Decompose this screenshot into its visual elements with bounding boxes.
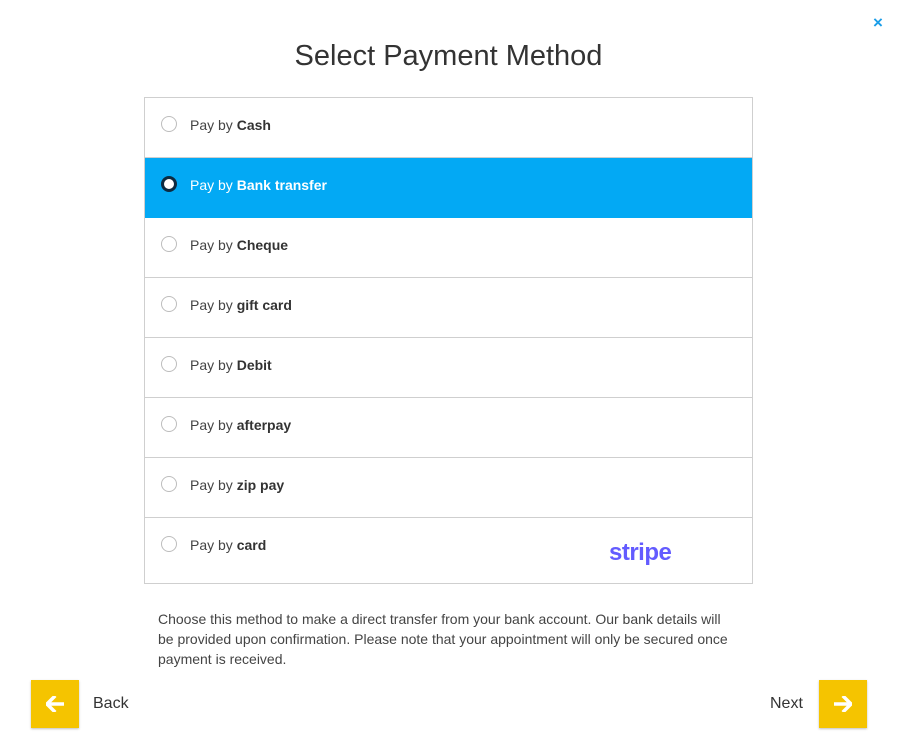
payment-option-card[interactable]: Pay by card stripe xyxy=(145,518,752,584)
close-icon[interactable]: × xyxy=(870,14,886,32)
payment-option-gift-card[interactable]: Pay by gift card xyxy=(145,278,752,338)
payment-option-label: Pay by Cash xyxy=(190,117,271,133)
payment-option-afterpay[interactable]: Pay by afterpay xyxy=(145,398,752,458)
radio-button[interactable] xyxy=(161,356,177,372)
next-button[interactable] xyxy=(819,680,867,728)
arrow-left-icon xyxy=(46,696,64,712)
next-label[interactable]: Next xyxy=(770,695,803,713)
radio-button[interactable] xyxy=(161,116,177,132)
payment-option-cheque[interactable]: Pay by Cheque xyxy=(145,218,752,278)
payment-method-description: Choose this method to make a direct tran… xyxy=(158,611,728,667)
payment-option-label: Pay by card xyxy=(190,537,267,553)
radio-button[interactable] xyxy=(161,236,177,252)
radio-button[interactable] xyxy=(161,536,177,552)
payment-option-label: Pay by zip pay xyxy=(190,477,285,493)
payment-option-cash[interactable]: Pay by Cash xyxy=(145,98,752,158)
radio-button[interactable] xyxy=(161,476,177,492)
arrow-right-icon xyxy=(834,696,852,712)
payment-option-debit[interactable]: Pay by Debit xyxy=(145,338,752,398)
page-title: Select Payment Method xyxy=(294,40,603,72)
radio-button-checked[interactable] xyxy=(161,176,177,192)
radio-button[interactable] xyxy=(161,296,177,312)
back-button[interactable] xyxy=(31,680,79,728)
payment-option-label: Pay by gift card xyxy=(190,297,292,313)
payment-option-zip-pay[interactable]: Pay by zip pay xyxy=(145,458,752,518)
payment-option-label: Pay by Bank transfer xyxy=(190,177,327,193)
payment-options-list: Pay by Cash Pay by Bank transfer Pay by … xyxy=(144,97,753,584)
payment-option-label: Pay by afterpay xyxy=(190,417,292,433)
payment-option-bank-transfer[interactable]: Pay by Bank transfer xyxy=(145,158,752,218)
stripe-logo: stripe xyxy=(609,539,672,566)
radio-button[interactable] xyxy=(161,416,177,432)
back-label[interactable]: Back xyxy=(93,695,129,713)
payment-option-label: Pay by Cheque xyxy=(190,237,289,253)
payment-option-label: Pay by Debit xyxy=(190,357,272,373)
